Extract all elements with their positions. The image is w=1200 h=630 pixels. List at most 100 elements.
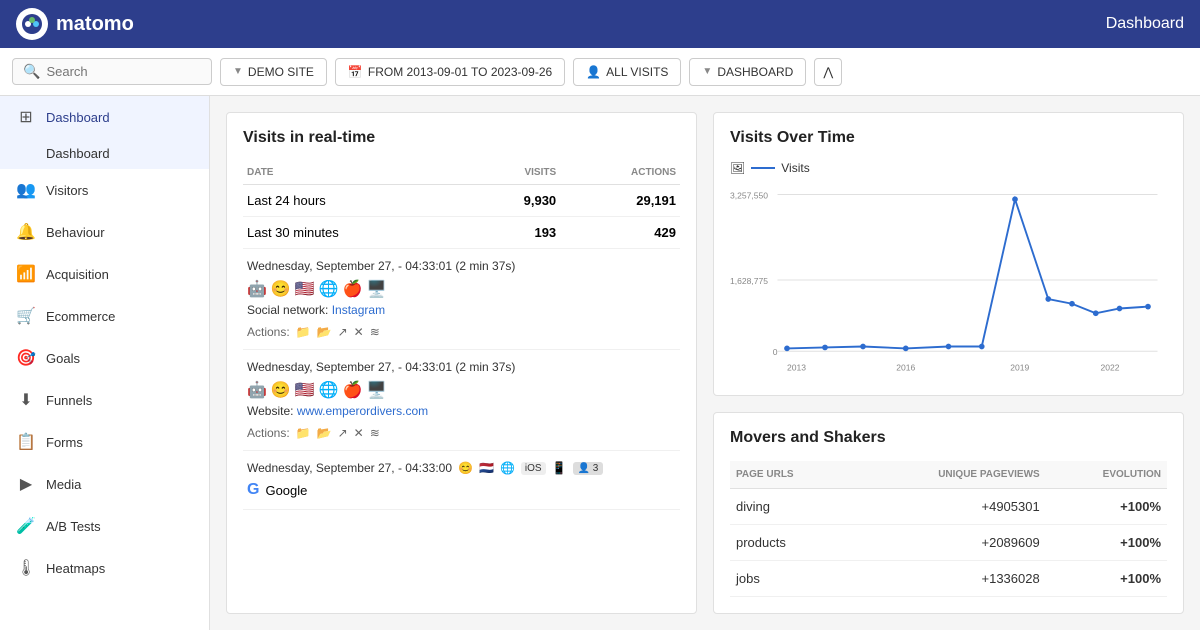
sidebar-item-behaviour[interactable]: 🔔 Behaviour: [0, 211, 209, 253]
visit-actions-1: Actions: 📁 📂 ↗ ✕ ≋: [247, 325, 676, 339]
products-evolution: +100%: [1046, 524, 1167, 560]
sidebar-item-dashboard[interactable]: ⊞ Dashboard: [0, 96, 209, 138]
data-point: [860, 344, 866, 350]
realtime-card: Visits in real-time DATE VISITS ACTIONS …: [226, 112, 697, 614]
unique-pageviews-header: UNIQUE PAGEVIEWS: [850, 461, 1046, 489]
sidebar-item-behaviour-label: Behaviour: [46, 225, 105, 240]
ecommerce-icon: 🛒: [16, 306, 36, 326]
external-icon-2: ↗: [338, 426, 348, 440]
visitor-avatar-icon: 😊: [458, 461, 473, 475]
apple-icon-2: 🍎: [343, 380, 363, 400]
folder-icon-2: 📁: [296, 426, 311, 440]
last-30m-visits: 193: [469, 217, 561, 249]
chart-legend: 🖼 Visits: [730, 161, 1167, 175]
globe-icon-2: 🌐: [319, 380, 339, 400]
ios-badge: iOS: [521, 462, 546, 475]
movers-shakers-table: PAGE URLS UNIQUE PAGEVIEWS EVOLUTION div…: [730, 461, 1167, 597]
actions-column-header: ACTIONS: [560, 161, 680, 185]
flag-us-icon-2: 🇺🇸: [295, 380, 315, 400]
chevron-up-icon: ⋀: [823, 65, 833, 79]
logo-icon: [16, 8, 48, 40]
demo-site-button[interactable]: ▼ DEMO SITE: [220, 58, 327, 86]
chart-svg: 3,257,550 1,628,775 0 2013 2016 2019 202…: [730, 185, 1167, 375]
sidebar-item-ab-tests[interactable]: 🧪 A/B Tests: [0, 505, 209, 547]
flag-nl-icon: 🇳🇱: [479, 461, 494, 475]
sidebar-item-heatmaps[interactable]: 🌡 Heatmaps: [0, 547, 209, 589]
header-title: Dashboard: [1106, 15, 1184, 33]
table-row: Last 30 minutes 193 429: [243, 217, 680, 249]
sidebar-item-forms[interactable]: 📋 Forms: [0, 421, 209, 463]
dashboard-button[interactable]: ▼ DASHBOARD: [689, 58, 806, 86]
search-box[interactable]: 🔍: [12, 58, 212, 85]
visit-icons-2: 🤖 😊 🇺🇸 🌐 🍎 🖥️: [247, 380, 676, 400]
x-label-2022: 2022: [1101, 362, 1120, 372]
jobs-evolution: +100%: [1046, 560, 1167, 596]
sidebar-item-visitors[interactable]: 👥 Visitors: [0, 169, 209, 211]
data-point: [903, 346, 909, 352]
apple-icon: 🍎: [343, 279, 363, 299]
date-range-button[interactable]: 📅 FROM 2013-09-01 TO 2023-09-26: [335, 58, 565, 86]
monitor-icon: 🖥️: [367, 279, 387, 299]
header: matomo Dashboard: [0, 0, 1200, 48]
legend-label: Visits: [781, 161, 809, 175]
all-visits-button[interactable]: 👤 ALL VISITS: [573, 58, 681, 86]
collapse-button[interactable]: ⋀: [814, 58, 842, 86]
sidebar-item-ecommerce[interactable]: 🛒 Ecommerce: [0, 295, 209, 337]
dashboard-arrow: ▼: [702, 66, 712, 77]
data-point: [784, 346, 790, 352]
sidebar-item-funnels-label: Funnels: [46, 393, 92, 408]
sidebar-item-dashboard-sub[interactable]: Dashboard: [0, 138, 209, 169]
sidebar-item-goals[interactable]: 🎯 Goals: [0, 337, 209, 379]
flag-us-icon: 🇺🇸: [295, 279, 315, 299]
visits-icon: 👤: [586, 65, 601, 79]
acquisition-icon: 📶: [16, 264, 36, 284]
visitors-icon: 👥: [16, 180, 36, 200]
sidebar-item-acquisition[interactable]: 📶 Acquisition: [0, 253, 209, 295]
sidebar: ⊞ Dashboard Dashboard 👥 Visitors 🔔 Behav…: [0, 96, 210, 630]
visit-datetime-1: Wednesday, September 27, - 04:33:01 (2 m…: [247, 259, 676, 273]
sidebar-item-funnels[interactable]: ⬇ Funnels: [0, 379, 209, 421]
visitor-icon: 😊: [271, 279, 291, 299]
sidebar-item-media[interactable]: ▶ Media: [0, 463, 209, 505]
last-30m-label: Last 30 minutes: [243, 217, 469, 249]
visitor-icon-2: 😊: [271, 380, 291, 400]
visit-icons-1: 🤖 😊 🇺🇸 🌐 🍎 🖥️: [247, 279, 676, 299]
sidebar-item-visitors-label: Visitors: [46, 183, 88, 198]
chart-icon: 🖼: [730, 161, 745, 175]
toolbar: 🔍 ▼ DEMO SITE 📅 FROM 2013-09-01 TO 2023-…: [0, 48, 1200, 96]
visit-entry-1: Wednesday, September 27, - 04:33:01 (2 m…: [243, 249, 680, 350]
all-visits-label: ALL VISITS: [606, 65, 668, 79]
realtime-table: DATE VISITS ACTIONS Last 24 hours 9,930 …: [243, 161, 680, 249]
evolution-header: EVOLUTION: [1046, 461, 1167, 489]
y-label-zero: 0: [773, 347, 778, 357]
main-content: Visits in real-time DATE VISITS ACTIONS …: [210, 96, 1200, 630]
cross-icon-2: ✕: [354, 426, 364, 440]
search-input[interactable]: [46, 64, 201, 79]
visit-website-2: Website: www.emperordivers.com: [247, 404, 676, 418]
data-point: [1045, 296, 1051, 302]
jobs-url: jobs: [730, 560, 850, 596]
emperor-divers-link[interactable]: www.emperordivers.com: [297, 404, 428, 418]
movers-shakers-card: Movers and Shakers PAGE URLS UNIQUE PAGE…: [713, 412, 1184, 615]
bot-icon: 🤖: [247, 279, 267, 299]
visits-column-header: VISITS: [469, 161, 561, 185]
visit-header-3: Wednesday, September 27, - 04:33:00 😊 🇳🇱…: [247, 461, 676, 475]
folder-icon: 📁: [296, 325, 311, 339]
chrome-icon: 🌐: [500, 461, 515, 475]
last-24h-visits: 9,930: [469, 185, 561, 217]
data-point: [822, 345, 828, 351]
x-label-2016: 2016: [896, 362, 915, 372]
sidebar-item-media-label: Media: [46, 477, 81, 492]
funnels-icon: ⬇: [16, 390, 36, 410]
google-g-icon: G: [247, 481, 259, 499]
chart-line: [787, 199, 1148, 348]
visit-social-1: Social network: Instagram: [247, 303, 676, 317]
ab-tests-icon: 🧪: [16, 516, 36, 536]
data-point: [1117, 306, 1123, 312]
visit-entry-2: Wednesday, September 27, - 04:33:01 (2 m…: [243, 350, 680, 451]
external-icon: ↗: [338, 325, 348, 339]
legend-line: [751, 167, 775, 169]
visits-over-time-title: Visits Over Time: [730, 129, 1167, 147]
actions-label: Actions:: [247, 325, 290, 339]
instagram-link[interactable]: Instagram: [332, 303, 385, 317]
